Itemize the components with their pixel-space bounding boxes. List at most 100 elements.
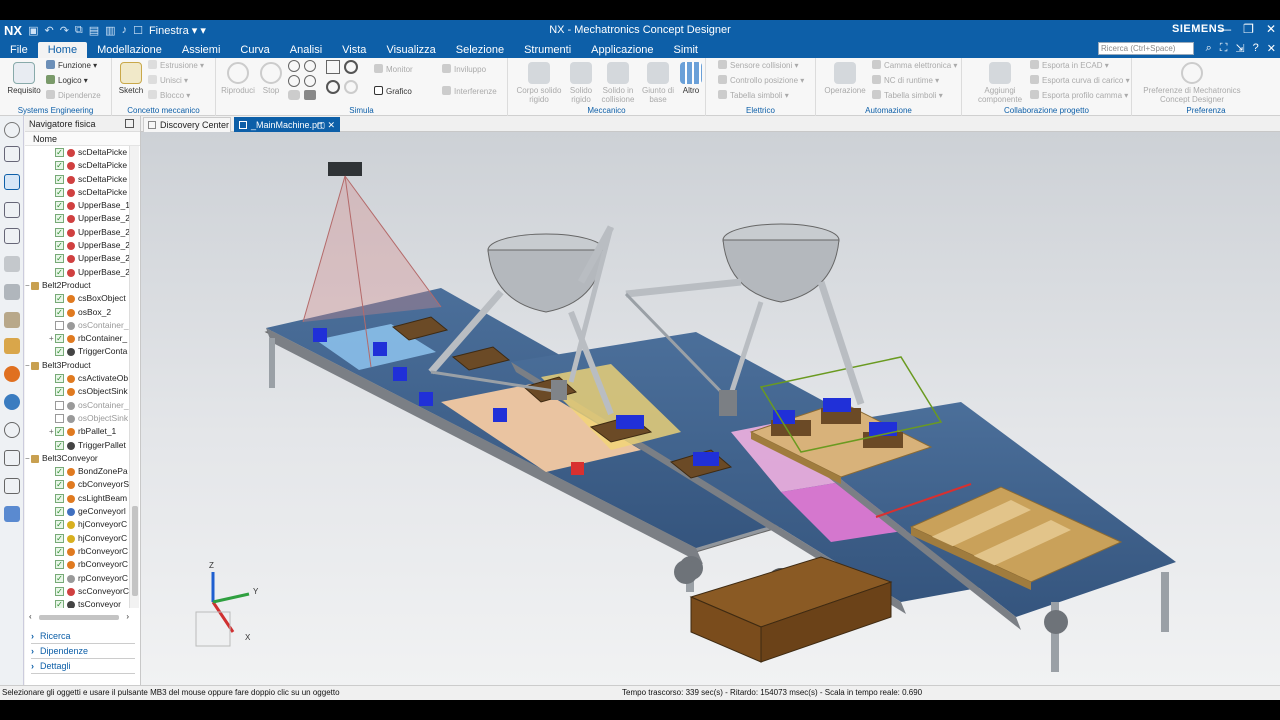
tree-row[interactable]: ✓ UpperBase_1 — [25, 199, 129, 212]
visibility-checkbox[interactable]: ✓ — [55, 480, 64, 490]
tree-row[interactable]: ✓ scDeltaPicke — [25, 186, 129, 199]
runtime-inspector-icon[interactable] — [4, 312, 20, 328]
save-icon[interactable]: ▣ — [28, 24, 38, 37]
visibility-checkbox[interactable]: ✓ — [55, 387, 64, 397]
giunto-base-button[interactable]: Giunto di base — [640, 62, 676, 104]
minimize-icon[interactable]: — — [1219, 22, 1231, 36]
graphics-viewport[interactable]: Z Y X — [141, 132, 1280, 685]
tree-row[interactable]: ✓ hjConveyorC — [25, 518, 129, 531]
tree-row[interactable]: ✓ csBoxObject — [25, 292, 129, 305]
command-search-input[interactable]: Ricerca (Ctrl+Space) — [1098, 42, 1194, 55]
play-small-icon[interactable] — [344, 80, 358, 94]
visibility-checkbox[interactable]: ✓ — [55, 533, 64, 543]
sketch-button[interactable]: Sketch — [116, 62, 146, 95]
menu-curva[interactable]: Curva — [230, 42, 279, 58]
menu-visualizza[interactable]: Visualizza — [376, 42, 445, 58]
tree-row[interactable]: ✓ UpperBase_2 — [25, 239, 129, 252]
scroll-left-icon[interactable]: ‹ — [29, 612, 32, 621]
tree-row[interactable]: − Belt3Conveyor — [25, 452, 129, 465]
inspect-icon[interactable] — [326, 60, 340, 74]
expand-toggle-icon[interactable]: − — [25, 359, 30, 372]
visibility-checkbox[interactable]: ✓ — [55, 507, 64, 517]
tree-row[interactable]: ✓ scDeltaPicke — [25, 159, 129, 172]
machinery-library-icon[interactable] — [4, 284, 20, 300]
visibility-checkbox[interactable]: ✓ — [55, 440, 64, 450]
esporta-curva-button[interactable]: Esporta curva di carico ▾ — [1030, 75, 1130, 87]
tree-row[interactable]: ✓ csActivateOb — [25, 372, 129, 385]
tree-row[interactable]: ✓ osContainer_ — [25, 319, 129, 332]
menu-selezione[interactable]: Selezione — [446, 42, 514, 58]
red-box[interactable] — [571, 462, 584, 475]
tree-row[interactable]: ✓ rbConveyorC — [25, 558, 129, 571]
visibility-checkbox[interactable]: ✓ — [55, 187, 64, 197]
visibility-checkbox[interactable]: ✓ — [55, 546, 64, 556]
menu-strumenti[interactable]: Strumenti — [514, 42, 581, 58]
corpo-rigido-button[interactable]: Corpo solido rigido — [512, 62, 566, 104]
interferenze-button[interactable]: Interferenze — [442, 86, 497, 98]
tree-row[interactable]: ✓ TriggerPallet — [25, 439, 129, 452]
microphone-icon[interactable]: ♪ — [122, 24, 128, 36]
paste-icon[interactable]: ▤ — [89, 24, 99, 37]
palette-icon[interactable] — [4, 506, 20, 522]
window-menu[interactable]: Finestra ▾ ▾ — [149, 24, 206, 37]
search-icon[interactable]: ⌕ — [1206, 42, 1212, 55]
tree-row[interactable]: ✓ UpperBase_2 — [25, 266, 129, 279]
altro-button[interactable]: Altro — [678, 62, 704, 95]
visibility-checkbox[interactable]: ✓ — [55, 560, 64, 570]
settings-gear-icon[interactable] — [4, 122, 20, 138]
tree-row[interactable]: ✓ TriggerConta — [25, 345, 129, 358]
web-browser-icon[interactable] — [4, 394, 20, 410]
sensore-collisioni-button[interactable]: Sensore collisioni ▾ — [718, 60, 799, 72]
visibility-checkbox[interactable]: ✓ — [55, 347, 64, 357]
tree-row[interactable]: ✓ osObjectSink — [25, 412, 129, 425]
tabella-simboli-2-button[interactable]: Tabella simboli ▾ — [872, 90, 943, 102]
menu-assiemi[interactable]: Assiemi — [172, 42, 231, 58]
visibility-checkbox[interactable]: ✓ — [55, 161, 64, 171]
funzione-button[interactable]: Funzione ▾ — [46, 60, 97, 72]
nc-runtime-button[interactable]: NC di runtime ▾ — [872, 75, 939, 87]
step-icon[interactable] — [304, 60, 316, 72]
visibility-checkbox[interactable]: ✓ — [55, 254, 64, 264]
visibility-checkbox[interactable]: ✓ — [55, 413, 64, 423]
tree-row[interactable]: ✓ cbConveyorS — [25, 478, 129, 491]
solido-collisione-button[interactable]: Solido in collisione — [598, 62, 638, 104]
copy-icon[interactable]: ⧉ — [75, 24, 83, 37]
logico-button[interactable]: Logico ▾ — [46, 75, 88, 87]
tab-main-machine[interactable]: _MainMachine.prt ▢ ✕ — [234, 117, 340, 132]
controllo-posizione-button[interactable]: Controllo posizione ▾ — [718, 75, 804, 87]
expand-toggle-icon[interactable]: + — [49, 332, 54, 345]
sequence-editor-icon[interactable] — [4, 202, 20, 218]
unisci-button[interactable]: Unisci ▾ — [148, 75, 188, 87]
tab-discovery-center[interactable]: Discovery Center — [143, 117, 231, 132]
expand-toggle-icon[interactable]: − — [25, 279, 30, 292]
tree-row[interactable]: ✓ UpperBase_2 — [25, 226, 129, 239]
solido-rigido-button[interactable]: Solido rigido — [566, 62, 596, 104]
undo-icon[interactable]: ↶ — [44, 24, 53, 37]
tree-row[interactable]: − Belt2Product — [25, 279, 129, 292]
assembly-navigator-icon[interactable] — [4, 146, 20, 162]
visibility-checkbox[interactable]: ✓ — [55, 400, 64, 410]
expand-toggle-icon[interactable]: + — [49, 425, 54, 438]
visibility-checkbox[interactable]: ✓ — [55, 174, 64, 184]
menu-simit[interactable]: Simit — [664, 42, 708, 58]
tree-row[interactable]: ✓ osContainer_ — [25, 399, 129, 412]
rewind-icon[interactable] — [288, 60, 300, 72]
menu-applicazione[interactable]: Applicazione — [581, 42, 663, 58]
scrollbar-thumb[interactable] — [132, 506, 138, 596]
roles-icon[interactable] — [4, 450, 20, 466]
stop-button[interactable]: Stop — [256, 62, 286, 95]
tree-row[interactable]: + ✓ rbContainer_ — [25, 332, 129, 345]
tree-row[interactable]: − Belt3Product — [25, 359, 129, 372]
system-materials-icon[interactable] — [4, 478, 20, 494]
grafico-button[interactable]: Grafico — [374, 86, 412, 98]
tree-row[interactable]: + ✓ rbPallet_1 — [25, 425, 129, 438]
plugin-icon[interactable] — [288, 90, 300, 100]
visibility-checkbox[interactable]: ✓ — [55, 334, 64, 344]
tabella-simboli-button[interactable]: Tabella simboli ▾ — [718, 90, 789, 102]
snapshot-icon[interactable] — [304, 75, 316, 87]
visibility-checkbox[interactable]: ✓ — [55, 241, 64, 251]
visibility-checkbox[interactable]: ✓ — [55, 227, 64, 237]
tree-row[interactable]: ✓ scDeltaPicke — [25, 173, 129, 186]
requisito-button[interactable]: Requisito — [6, 62, 42, 95]
visibility-checkbox[interactable]: ✓ — [55, 148, 64, 157]
